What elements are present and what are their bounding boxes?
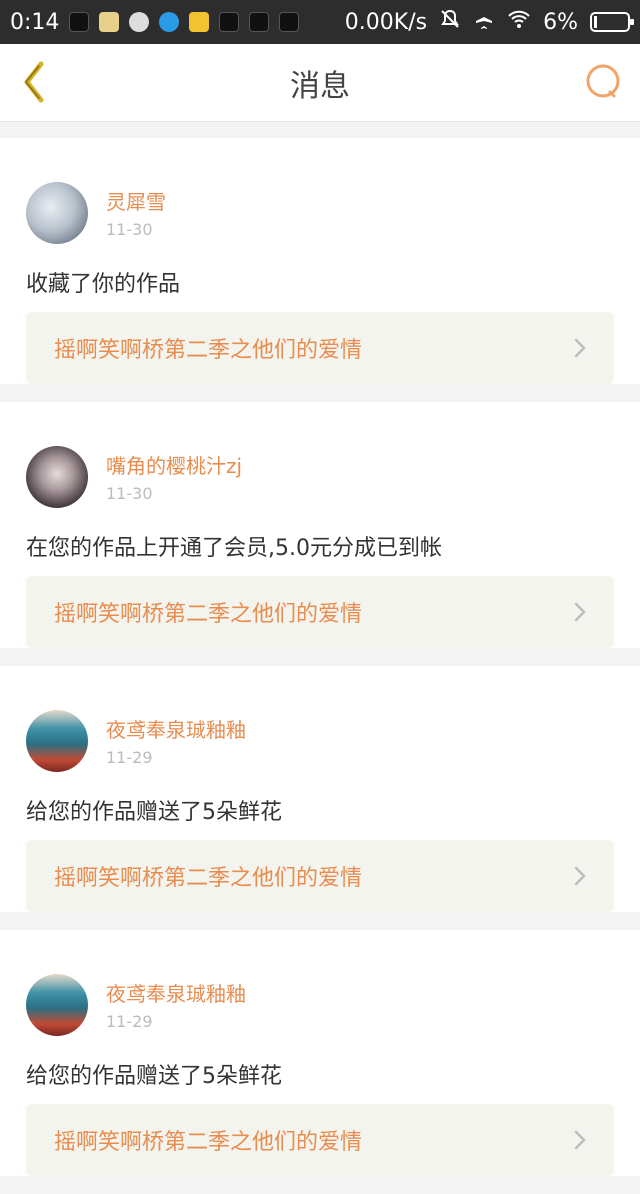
message-date: 11-30 (106, 484, 153, 503)
avatar[interactable] (26, 974, 88, 1036)
search-button[interactable] (584, 62, 624, 102)
message-card[interactable]: 嘴角的樱桃汁zj 11-30 在您的作品上开通了会员,5.0元分成已到帐 摇啊笑… (0, 402, 640, 648)
page-title: 消息 (290, 68, 350, 104)
work-link[interactable]: 摇啊笑啊桥第二季之他们的爱情 (26, 312, 614, 384)
work-link[interactable]: 摇啊笑啊桥第二季之他们的爱情 (26, 576, 614, 648)
mute-icon (439, 8, 461, 36)
chevron-right-icon (574, 602, 586, 622)
sender-name[interactable]: 灵犀雪 (106, 186, 166, 215)
work-title: 摇啊笑啊桥第二季之他们的爱情 (54, 1130, 363, 1155)
airplane-icon (473, 8, 495, 36)
tiktok-icon (279, 12, 300, 32)
message-date: 11-29 (106, 748, 153, 767)
work-title: 摇啊笑啊桥第二季之他们的爱情 (54, 338, 363, 363)
battery-percent: 6% (543, 9, 578, 35)
message-card[interactable]: 夜鸢奉泉珹釉釉 11-29 给您的作品赠送了5朵鲜花 摇啊笑啊桥第二季之他们的爱… (0, 666, 640, 912)
message-date: 11-29 (106, 1012, 153, 1031)
message-card[interactable]: 夜鸢奉泉珹釉釉 11-29 给您的作品赠送了5朵鲜花 摇啊笑啊桥第二季之他们的爱… (0, 930, 640, 1176)
work-link[interactable]: 摇啊笑啊桥第二季之他们的爱情 (26, 840, 614, 912)
net-speed: 0.00K/s (344, 9, 428, 35)
blue-app-icon (159, 12, 180, 32)
message-text: 给您的作品赠送了5朵鲜花 (26, 800, 282, 825)
status-time: 0:14 (10, 9, 60, 35)
sender-name[interactable]: 夜鸢奉泉珹釉釉 (106, 978, 246, 1007)
chevron-left-icon (24, 61, 44, 103)
work-title: 摇啊笑啊桥第二季之他们的爱情 (54, 602, 363, 627)
work-title: 摇啊笑啊桥第二季之他们的爱情 (54, 866, 363, 891)
status-bar: 0:14 0.00K/s 6% (0, 0, 640, 44)
work-link[interactable]: 摇啊笑啊桥第二季之他们的爱情 (26, 1104, 614, 1176)
sender-name[interactable]: 夜鸢奉泉珹釉釉 (106, 714, 246, 743)
avatar[interactable] (26, 446, 88, 508)
message-text: 给您的作品赠送了5朵鲜花 (26, 1064, 282, 1089)
chat-icon (129, 12, 150, 32)
avatar[interactable] (26, 182, 88, 244)
back-button[interactable] (14, 58, 54, 106)
weibo-icon (189, 12, 210, 32)
tiktok-icon (69, 12, 90, 32)
message-text: 收藏了你的作品 (26, 272, 181, 297)
message-text: 在您的作品上开通了会员,5.0元分成已到帐 (26, 536, 442, 561)
wifi-icon (507, 9, 531, 35)
battery-icon (590, 12, 634, 32)
chevron-right-icon (574, 866, 586, 886)
tiktok-icon (249, 12, 270, 32)
sender-name[interactable]: 嘴角的樱桃汁zj (106, 450, 242, 479)
sticker-icon (99, 12, 120, 32)
avatar[interactable] (26, 710, 88, 772)
search-icon (586, 64, 620, 98)
message-card[interactable]: 灵犀雪 11-30 收藏了你的作品 摇啊笑啊桥第二季之他们的爱情 (0, 138, 640, 384)
header: 消息 (0, 44, 640, 122)
chevron-right-icon (574, 1130, 586, 1150)
notification-icons (69, 12, 300, 32)
message-list: 灵犀雪 11-30 收藏了你的作品 摇啊笑啊桥第二季之他们的爱情 嘴角的樱桃汁z… (0, 138, 640, 1194)
tiktok-icon (219, 12, 240, 32)
message-date: 11-30 (106, 220, 153, 239)
chevron-right-icon (574, 338, 586, 358)
